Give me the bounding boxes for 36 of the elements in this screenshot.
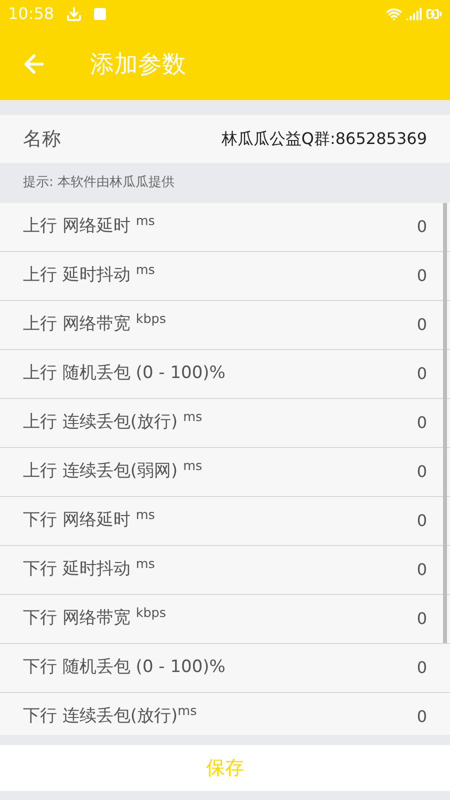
param-value: 0 <box>416 363 427 385</box>
param-label: 下行 随机丢包 (0 - 100)% <box>23 656 226 680</box>
param-label: 下行 网络延时 $^{ms}$ <box>23 508 155 532</box>
param-value: 0 <box>416 412 427 434</box>
param-label: 上行 连续丢包(放行) $^{ms}$ <box>23 410 202 434</box>
param-label: 上行 延时抖动 $^{ms}$ <box>23 263 155 288</box>
wifi-icon <box>386 6 402 22</box>
app-notification-icon <box>94 8 106 20</box>
param-value: 0 <box>416 559 427 581</box>
page-title: 添加参数 <box>90 49 186 80</box>
param-label: 上行 连续丢包(弱网) $^{ms}$ <box>23 459 202 484</box>
signal-icon <box>406 6 422 22</box>
status-time: 10:58 <box>8 3 54 25</box>
param-value: 0 <box>416 657 427 679</box>
param-value: 0 <box>416 216 427 238</box>
param-value: 0 <box>416 510 427 532</box>
param-label: 上行 网络带宽 $^{kbps}$ <box>23 312 166 336</box>
param-row[interactable]: 下行 连续丢包(放行)$^{ms}$ 0 <box>0 693 450 735</box>
param-label: 下行 网络带宽 $^{kbps}$ <box>23 606 166 630</box>
name-label: 名称 <box>23 126 61 152</box>
param-label: 下行 连续丢包(放行)$^{ms}$ <box>23 704 197 728</box>
param-row[interactable]: 下行 随机丢包 (0 - 100)% 0 <box>0 644 450 693</box>
name-row[interactable]: 名称 林瓜瓜公益Q群:865285369 <box>0 115 450 163</box>
battery-icon <box>426 6 442 22</box>
param-value: 0 <box>416 314 427 336</box>
param-label: 上行 随机丢包 (0 - 100)% <box>23 362 226 386</box>
param-value: 0 <box>416 608 427 630</box>
hint-text: 提示: 本软件由林瓜瓜提供 <box>23 174 175 192</box>
param-label: 上行 网络延时 $^{ms}$ <box>23 214 155 238</box>
download-icon <box>66 6 82 22</box>
param-value: 0 <box>416 265 427 287</box>
param-label: 下行 延时抖动 $^{ms}$ <box>23 557 155 582</box>
name-value: 林瓜瓜公益Q群:865285369 <box>221 128 427 150</box>
param-value: 0 <box>416 461 427 483</box>
scrollbar[interactable] <box>443 203 447 643</box>
param-value: 0 <box>416 706 427 728</box>
